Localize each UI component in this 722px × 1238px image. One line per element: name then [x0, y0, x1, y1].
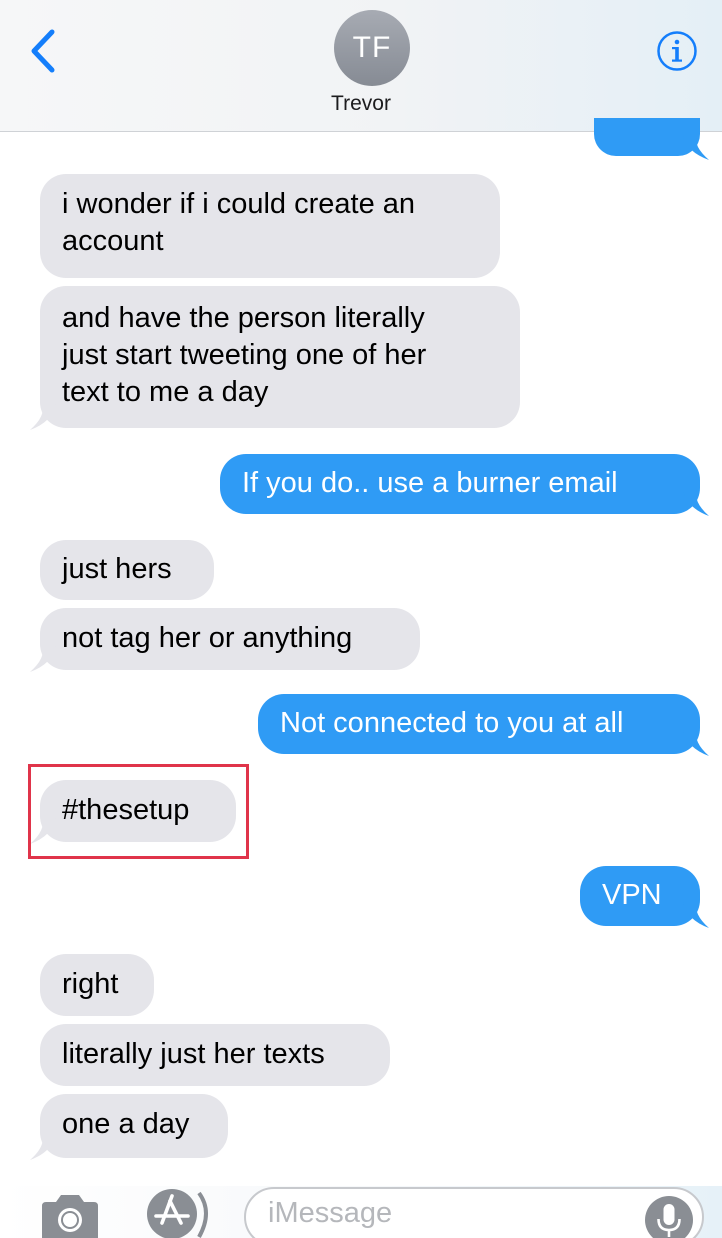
- message-bubble-incoming[interactable]: right: [40, 954, 154, 1016]
- contact-name[interactable]: Trevor: [0, 92, 722, 116]
- message-text: literally just her texts: [62, 1038, 325, 1070]
- bubble-tail: [683, 490, 709, 516]
- imessage-input[interactable]: iMessage: [244, 1187, 704, 1238]
- bubble-tail: [683, 136, 709, 160]
- bubble-tail: [683, 902, 709, 928]
- bubble-tail: [683, 730, 709, 756]
- info-icon: [657, 31, 697, 71]
- message-text: and have the person literally just start…: [62, 302, 427, 408]
- microphone-icon: [645, 1196, 693, 1238]
- conversation-header: TF Trevor: [0, 0, 722, 132]
- message-bubble-incoming[interactable]: and have the person literally just start…: [40, 286, 520, 428]
- message-bubble-outgoing[interactable]: If you do.. use a burner email: [220, 454, 700, 514]
- app-store-icon: [147, 1189, 208, 1238]
- message-text: not tag her or anything: [62, 622, 353, 654]
- message-text: just hers: [62, 553, 172, 585]
- message-bubble-incoming[interactable]: one a day: [40, 1094, 228, 1158]
- message-bubble-incoming[interactable]: literally just her texts: [40, 1024, 390, 1086]
- camera-icon: [42, 1195, 98, 1238]
- message-text: right: [62, 968, 119, 1000]
- bubble-tail: [30, 404, 56, 430]
- message-text: VPN: [602, 879, 662, 911]
- message-text: one a day: [62, 1108, 190, 1140]
- contact-avatar[interactable]: TF: [334, 10, 410, 86]
- message-bubble-incoming[interactable]: not tag her or anything: [40, 608, 420, 670]
- message-text: Not connected to you at all: [280, 707, 624, 739]
- bubble-tail: [30, 646, 56, 672]
- highlight-box: [28, 764, 249, 859]
- message-text: If you do.. use a burner email: [242, 467, 618, 499]
- info-button[interactable]: [656, 30, 698, 72]
- app-store-button[interactable]: [143, 1187, 213, 1238]
- message-bubble-outgoing[interactable]: VPN: [580, 866, 700, 926]
- microphone-button[interactable]: [644, 1195, 694, 1238]
- message-bubble-incoming[interactable]: i wonder if i could create an account: [40, 174, 500, 278]
- message-text: i wonder if i could create an account: [62, 188, 416, 257]
- camera-button[interactable]: [38, 1192, 102, 1238]
- back-button[interactable]: [26, 26, 66, 76]
- bubble-tail: [30, 1134, 56, 1160]
- message-bubble-outgoing[interactable]: Not connected to you at all: [258, 694, 700, 754]
- chevron-left-icon: [31, 29, 55, 73]
- message-bubble-incoming[interactable]: just hers: [40, 540, 214, 600]
- imessage-placeholder: iMessage: [268, 1197, 393, 1229]
